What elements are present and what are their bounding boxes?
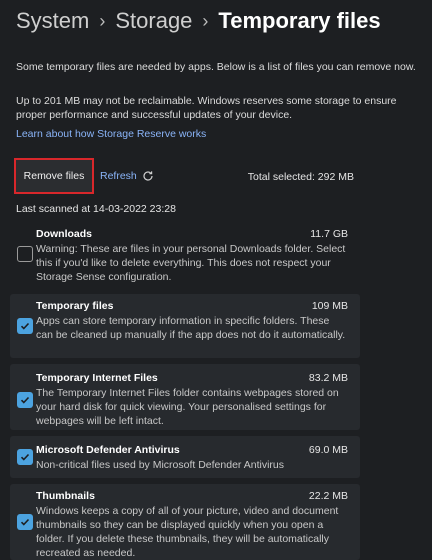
item-title: Thumbnails	[36, 490, 95, 502]
total-selected: Total selected: 292 MB	[247, 171, 354, 183]
item-size: 22.2 MB	[308, 490, 348, 502]
list-item-defender-antivirus: Microsoft Defender Antivirus 69.0 MB Non…	[10, 436, 360, 478]
item-title: Downloads	[36, 228, 93, 240]
storage-reserve-link[interactable]: Learn about how Storage Reserve works	[16, 128, 206, 140]
refresh-label: Refresh	[100, 170, 137, 182]
list-item-temporary-internet-files: Temporary Internet Files 83.2 MB The Tem…	[10, 364, 360, 430]
item-desc: The Temporary Internet Files folder cont…	[36, 387, 339, 427]
chevron-right-icon: ›	[99, 10, 106, 31]
item-size: 69.0 MB	[308, 444, 348, 456]
list-item-downloads: Downloads 11.7 GB Warning: These are fil…	[10, 224, 360, 286]
checkbox-defender-antivirus[interactable]	[17, 449, 33, 465]
item-size: 11.7 GB	[310, 228, 348, 240]
last-scanned: Last scanned at 14-03-2022 23:28	[16, 203, 176, 215]
item-desc: Warning: These are files in your persona…	[36, 243, 346, 283]
reserve-note: Up to 201 MB may not be reclaimable. Win…	[16, 95, 397, 121]
item-title: Microsoft Defender Antivirus	[36, 444, 180, 456]
breadcrumb: System › Storage › Temporary files	[16, 8, 381, 34]
checkmark-icon	[20, 453, 30, 461]
item-title: Temporary files	[36, 300, 114, 312]
checkmark-icon	[20, 396, 30, 404]
item-desc: Non-critical files used by Microsoft Def…	[36, 459, 285, 471]
checkbox-temporary-internet-files[interactable]	[17, 392, 33, 408]
item-desc: Windows keeps a copy of all of your pict…	[36, 505, 339, 559]
breadcrumb-system[interactable]: System	[16, 8, 89, 34]
item-size: 83.2 MB	[308, 372, 348, 384]
refresh-icon	[143, 171, 153, 181]
page-title: Temporary files	[218, 8, 381, 33]
list-item-temporary-files: Temporary files 109 MB Apps can store te…	[10, 294, 360, 358]
breadcrumb-storage[interactable]: Storage	[115, 8, 192, 34]
chevron-right-icon: ›	[202, 10, 209, 31]
remove-files-button[interactable]: Remove files	[14, 158, 94, 194]
checkmark-icon	[20, 322, 30, 330]
item-desc: Apps can store temporary information in …	[36, 315, 346, 341]
intro-text: Some temporary files are needed by apps.…	[16, 61, 416, 73]
refresh-button[interactable]: Refresh	[100, 170, 154, 182]
checkmark-icon	[20, 518, 30, 526]
item-title: Temporary Internet Files	[36, 372, 158, 384]
checkbox-downloads[interactable]	[17, 246, 33, 262]
checkbox-temporary-files[interactable]	[17, 318, 33, 334]
checkbox-thumbnails[interactable]	[17, 514, 33, 530]
item-size: 109 MB	[311, 300, 348, 312]
list-item-thumbnails: Thumbnails 22.2 MB Windows keeps a copy …	[10, 484, 360, 560]
